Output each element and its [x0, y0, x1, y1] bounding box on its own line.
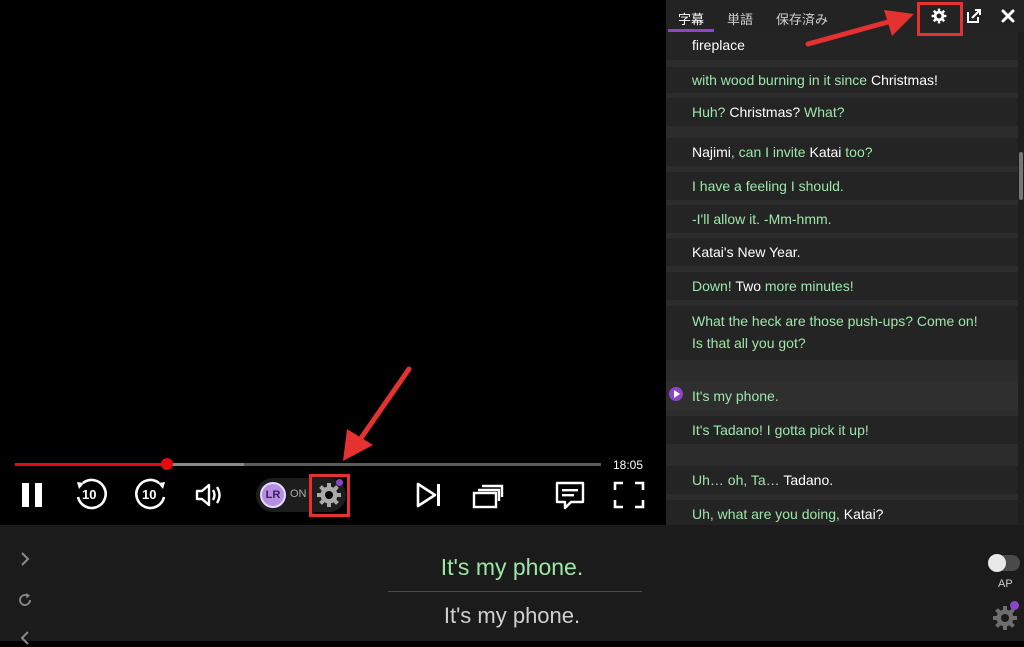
chevron-left-icon — [20, 631, 29, 645]
progress-scrubber-handle[interactable] — [160, 458, 173, 470]
rewind-10-label: 10 — [82, 487, 97, 502]
subtitle-row[interactable]: I have a feeling I should. — [666, 172, 1018, 200]
subtitle-word[interactable]: It's my phone. — [692, 388, 779, 404]
subtitle-row[interactable]: -I'll allow it. -Mm-hmm. — [666, 205, 1018, 233]
subtitle-row[interactable]: It's my phone. — [666, 382, 1018, 410]
subtitle-word[interactable]: Christmas? — [729, 104, 800, 120]
subtitle-word[interactable]: Tadano. — [783, 472, 833, 488]
subtitle-row[interactable]: Uh… oh, Ta… Tadano. — [666, 466, 1018, 494]
fullscreen-icon — [613, 481, 645, 509]
subtitle-word[interactable]: Two — [732, 278, 765, 294]
subtitle-separator — [388, 591, 642, 592]
subtitle-row[interactable]: Uh, what are you doing, Katai? — [666, 500, 1018, 525]
primary-subtitle-word[interactable]: It's — [441, 554, 476, 580]
episodes-button[interactable] — [471, 478, 505, 512]
primary-subtitle-line[interactable]: It's my phone. — [0, 554, 1024, 581]
pause-button[interactable] — [18, 478, 46, 512]
tab-subtitles[interactable]: 字幕 — [678, 9, 704, 28]
subtitle-word[interactable]: -I'll allow it. -Mm-hmm. — [692, 211, 832, 227]
primary-subtitle-word[interactable]: my phone. — [476, 554, 583, 580]
auto-pause-knob — [988, 554, 1006, 572]
subtitle-list-scrollbar[interactable] — [1018, 32, 1024, 525]
subtitle-word[interactable]: Christmas! — [871, 72, 938, 88]
subtitle-word[interactable]: I have a feeling I should. — [692, 178, 844, 194]
forward-10-button[interactable]: 10 — [133, 478, 169, 512]
rewind-10-button[interactable]: 10 — [73, 478, 109, 512]
subtitle-row[interactable]: with wood burning in it since Christmas! — [666, 67, 1018, 93]
subtitle-row[interactable]: Huh? Christmas? What? — [666, 98, 1018, 126]
volume-button[interactable] — [193, 478, 225, 512]
video-area[interactable] — [0, 0, 666, 525]
export-button[interactable] — [963, 5, 985, 27]
fullscreen-button[interactable] — [611, 478, 647, 512]
subtitle-word[interactable]: , can I invite — [731, 144, 810, 160]
highlight-box-panel-settings — [917, 2, 963, 36]
dual-subtitle-bar: It's my phone. It's my phone. AP — [0, 525, 1024, 645]
subtitle-row[interactable]: Najimi, can I invite Katai too? — [666, 138, 1018, 166]
annotation-arrow-panel-settings — [805, 10, 914, 47]
pause-icon — [22, 483, 42, 507]
subtitles-icon — [555, 481, 585, 510]
play-line-icon[interactable] — [669, 387, 683, 401]
subtitle-row[interactable]: Down! Two more minutes! — [666, 272, 1018, 300]
scrollbar-thumb[interactable] — [1019, 152, 1023, 200]
subtitle-word[interactable]: It's Tadano! I gotta pick it up! — [692, 422, 869, 438]
subtitle-word[interactable]: Huh? — [692, 104, 729, 120]
subtitle-row[interactable]: It's Tadano! I gotta pick it up! — [666, 416, 1018, 444]
export-icon — [967, 9, 981, 23]
language-reactor-status: ON — [290, 488, 307, 500]
subtitle-list[interactable]: fireplace with wood burning in it since C… — [666, 32, 1018, 525]
auto-pause-label: AP — [998, 578, 1013, 590]
subtitle-word[interactable]: more minutes! — [765, 278, 854, 294]
notification-dot — [1010, 601, 1019, 610]
previous-button[interactable] — [16, 629, 34, 647]
subtitle-word[interactable]: What the heck are those push-ups? Come o… — [692, 313, 978, 351]
episodes-icon — [472, 484, 504, 509]
forward-10-label: 10 — [142, 487, 157, 502]
subtitle-word[interactable]: Katai's New Year. — [692, 244, 801, 260]
bottom-settings-button[interactable] — [992, 601, 1020, 633]
highlight-box-settings — [309, 474, 350, 517]
subtitle-word[interactable]: Katai — [809, 144, 841, 160]
close-panel-button[interactable] — [997, 5, 1019, 27]
subtitle-word[interactable]: Uh… oh, Ta… — [692, 472, 783, 488]
progress-bar[interactable] — [15, 458, 601, 470]
next-episode-icon — [416, 482, 440, 508]
language-reactor-logo: LR — [260, 482, 286, 508]
subtitle-row[interactable]: What the heck are those push-ups? Come o… — [666, 306, 1018, 360]
volume-icon — [195, 483, 221, 507]
subtitle-word[interactable]: too? — [841, 144, 872, 160]
subtitle-word[interactable]: Najimi — [692, 144, 731, 160]
next-episode-button[interactable] — [414, 478, 444, 512]
tab-words[interactable]: 単語 — [727, 9, 753, 28]
subtitle-word[interactable]: Uh, what are you doing, — [692, 506, 844, 522]
subtitle-word[interactable]: Katai? — [844, 506, 884, 522]
subtitle-word[interactable]: with wood burning in it since — [692, 72, 871, 88]
auto-pause-toggle[interactable] — [988, 554, 1020, 572]
subtitles-button[interactable] — [553, 478, 587, 512]
annotation-arrow-settings — [343, 366, 412, 461]
close-icon — [1001, 9, 1015, 23]
time-remaining: 18:05 — [613, 458, 644, 472]
subtitle-word[interactable]: What? — [800, 104, 844, 120]
translation-subtitle-line: It's my phone. — [443, 603, 581, 628]
subtitle-word[interactable]: fireplace — [692, 37, 745, 53]
subtitle-row[interactable]: Katai's New Year. — [666, 238, 1018, 266]
progress-fill — [15, 463, 167, 466]
subtitle-panel: 字幕 単語 保存済み fireplace with wood burning i… — [666, 0, 1024, 525]
subtitle-word[interactable]: Down! — [692, 278, 732, 294]
